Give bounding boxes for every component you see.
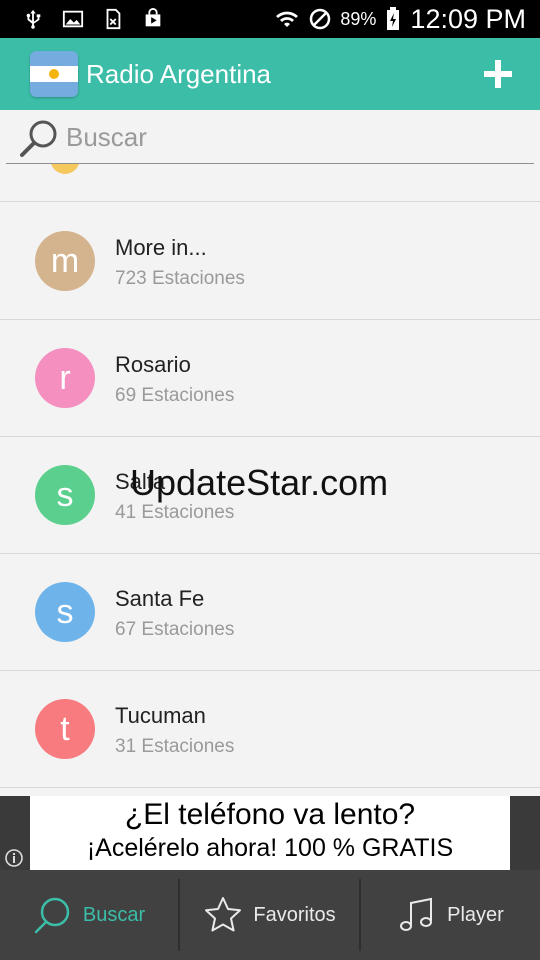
battery-percent: 89% xyxy=(340,8,377,29)
image-icon xyxy=(62,10,84,28)
tab-buscar[interactable]: Buscar xyxy=(0,870,178,960)
list-item[interactable]: s Santa Fe 67 Estaciones xyxy=(0,554,540,671)
list-item-title: Santa Fe xyxy=(115,586,205,611)
app-title: Radio Argentina xyxy=(86,58,272,89)
search-bar xyxy=(6,112,534,164)
list-item-subtitle: 31 Estaciones xyxy=(115,736,235,757)
play-store-icon xyxy=(145,8,161,27)
search-icon xyxy=(34,897,70,934)
tab-player[interactable]: Player xyxy=(361,870,540,960)
list-item-title: More in... xyxy=(115,235,207,260)
do-not-disturb-icon xyxy=(310,8,331,30)
avatar: s xyxy=(35,582,95,642)
ad-banner[interactable]: ¿El teléfono va lento? ¡Acelérelo ahora!… xyxy=(30,796,510,870)
list-item-subtitle: 41 Estaciones xyxy=(115,502,235,523)
list-item-title: Rosario xyxy=(115,352,191,377)
tab-favoritos[interactable]: Favoritos xyxy=(180,870,359,960)
list-item[interactable]: r Rosario 69 Estaciones xyxy=(0,320,540,437)
ad-subline: ¡Acelérelo ahora! 100 % GRATIS xyxy=(86,834,454,862)
avatar: t xyxy=(35,699,95,759)
list-item[interactable]: m More in... 723 Estaciones xyxy=(0,203,540,320)
list-item[interactable]: t Tucuman 31 Estaciones xyxy=(0,671,540,788)
list-item-partial[interactable] xyxy=(0,164,540,202)
music-note-icon xyxy=(400,897,433,931)
plus-icon[interactable] xyxy=(482,58,514,90)
list-item-title: Tucuman xyxy=(115,703,206,728)
list-item-subtitle: 69 Estaciones xyxy=(115,385,235,406)
tab-label: Favoritos xyxy=(253,903,336,926)
star-icon xyxy=(205,897,242,932)
avatar xyxy=(50,164,80,174)
sim-icon xyxy=(106,8,121,30)
wifi-icon xyxy=(276,11,299,27)
avatar: r xyxy=(35,348,95,408)
status-bar: 89% 12:09 PM xyxy=(0,0,540,38)
ad-headline: ¿El teléfono va lento? xyxy=(124,798,416,831)
battery-charging-icon xyxy=(387,7,400,30)
search-icon xyxy=(20,120,57,157)
clock: 12:09 PM xyxy=(410,3,526,34)
watermark: UpdateStar.com xyxy=(130,462,389,503)
avatar: m xyxy=(35,231,95,291)
bottom-nav: Buscar Favoritos Player xyxy=(0,870,540,960)
info-icon[interactable] xyxy=(4,848,24,868)
app-bar: Radio Argentina xyxy=(0,38,540,110)
list-item-subtitle: 723 Estaciones xyxy=(115,268,245,289)
tab-label: Buscar xyxy=(82,903,146,926)
search-input[interactable] xyxy=(66,122,506,153)
list-item-subtitle: 67 Estaciones xyxy=(115,619,235,640)
argentina-flag-icon xyxy=(30,51,78,97)
usb-icon xyxy=(26,9,41,29)
avatar: s xyxy=(35,465,95,525)
tab-label: Player xyxy=(447,903,504,926)
